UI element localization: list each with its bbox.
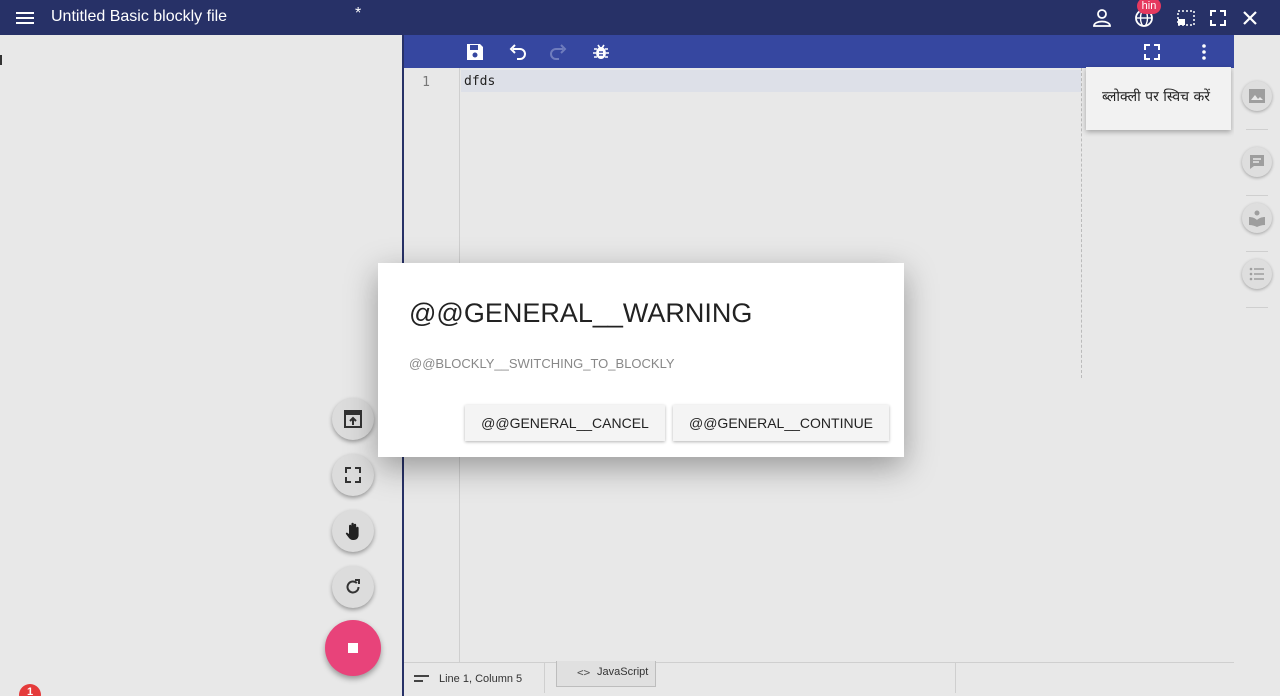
cancel-button[interactable]: @@GENERAL__CANCEL — [465, 405, 665, 441]
warning-dialog: @@GENERAL__WARNING @@BLOCKLY__SWITCHING_… — [378, 263, 904, 457]
dialog-message: @@BLOCKLY__SWITCHING_TO_BLOCKLY — [409, 356, 675, 371]
continue-button[interactable]: @@GENERAL__CONTINUE — [673, 405, 889, 441]
dialog-title: @@GENERAL__WARNING — [409, 298, 753, 328]
